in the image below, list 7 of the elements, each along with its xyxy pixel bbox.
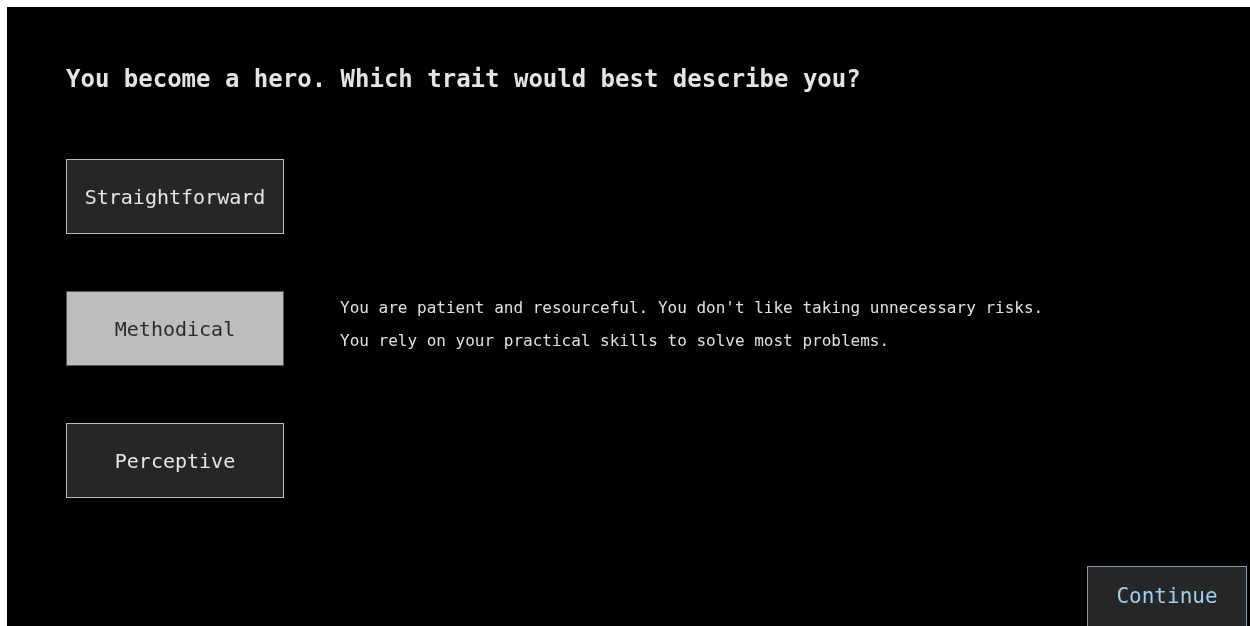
trait-option[interactable]: Methodical <box>66 291 284 366</box>
question-title: You become a hero. Which trait would best describe you? <box>66 64 862 95</box>
trait-option[interactable]: Straightforward <box>66 159 284 234</box>
continue-button[interactable]: Continue <box>1087 566 1247 626</box>
trait-description: You are patient and resourceful. You don't like taking unnecessary risks. <box>340 297 1045 318</box>
trait-description: You rely on your practical skills to solve most problems. <box>340 330 891 351</box>
trait-option[interactable]: Perceptive <box>66 423 284 498</box>
